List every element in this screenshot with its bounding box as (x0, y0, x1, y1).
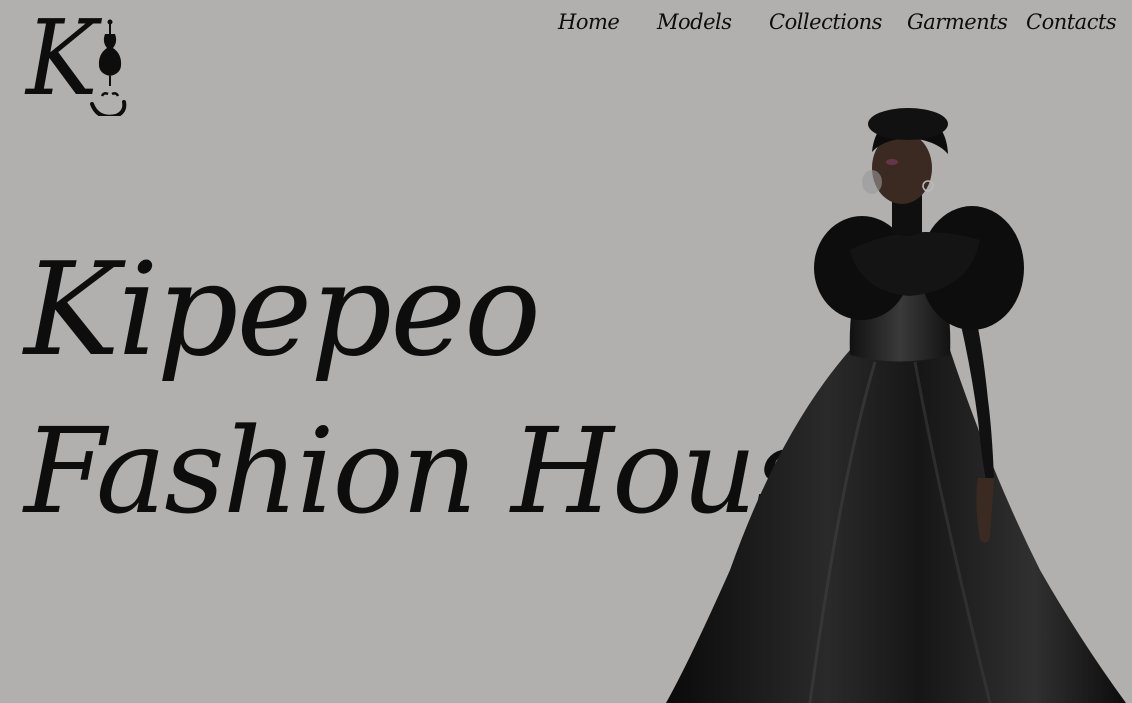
dress-form-icon (90, 19, 127, 116)
nav-home[interactable]: Home (558, 6, 620, 38)
nav-models[interactable]: Models (657, 6, 732, 38)
logo-letter: K (26, 0, 98, 119)
hero-model-image (666, 108, 1126, 703)
nav-contacts[interactable]: Contacts (1026, 6, 1117, 38)
nav-collections[interactable]: Collections (769, 6, 882, 38)
brand-logo[interactable]: K (26, 6, 134, 120)
main-nav: Home Models Collections Garments Contact… (540, 6, 1120, 42)
nav-garments[interactable]: Garments (907, 6, 1008, 38)
